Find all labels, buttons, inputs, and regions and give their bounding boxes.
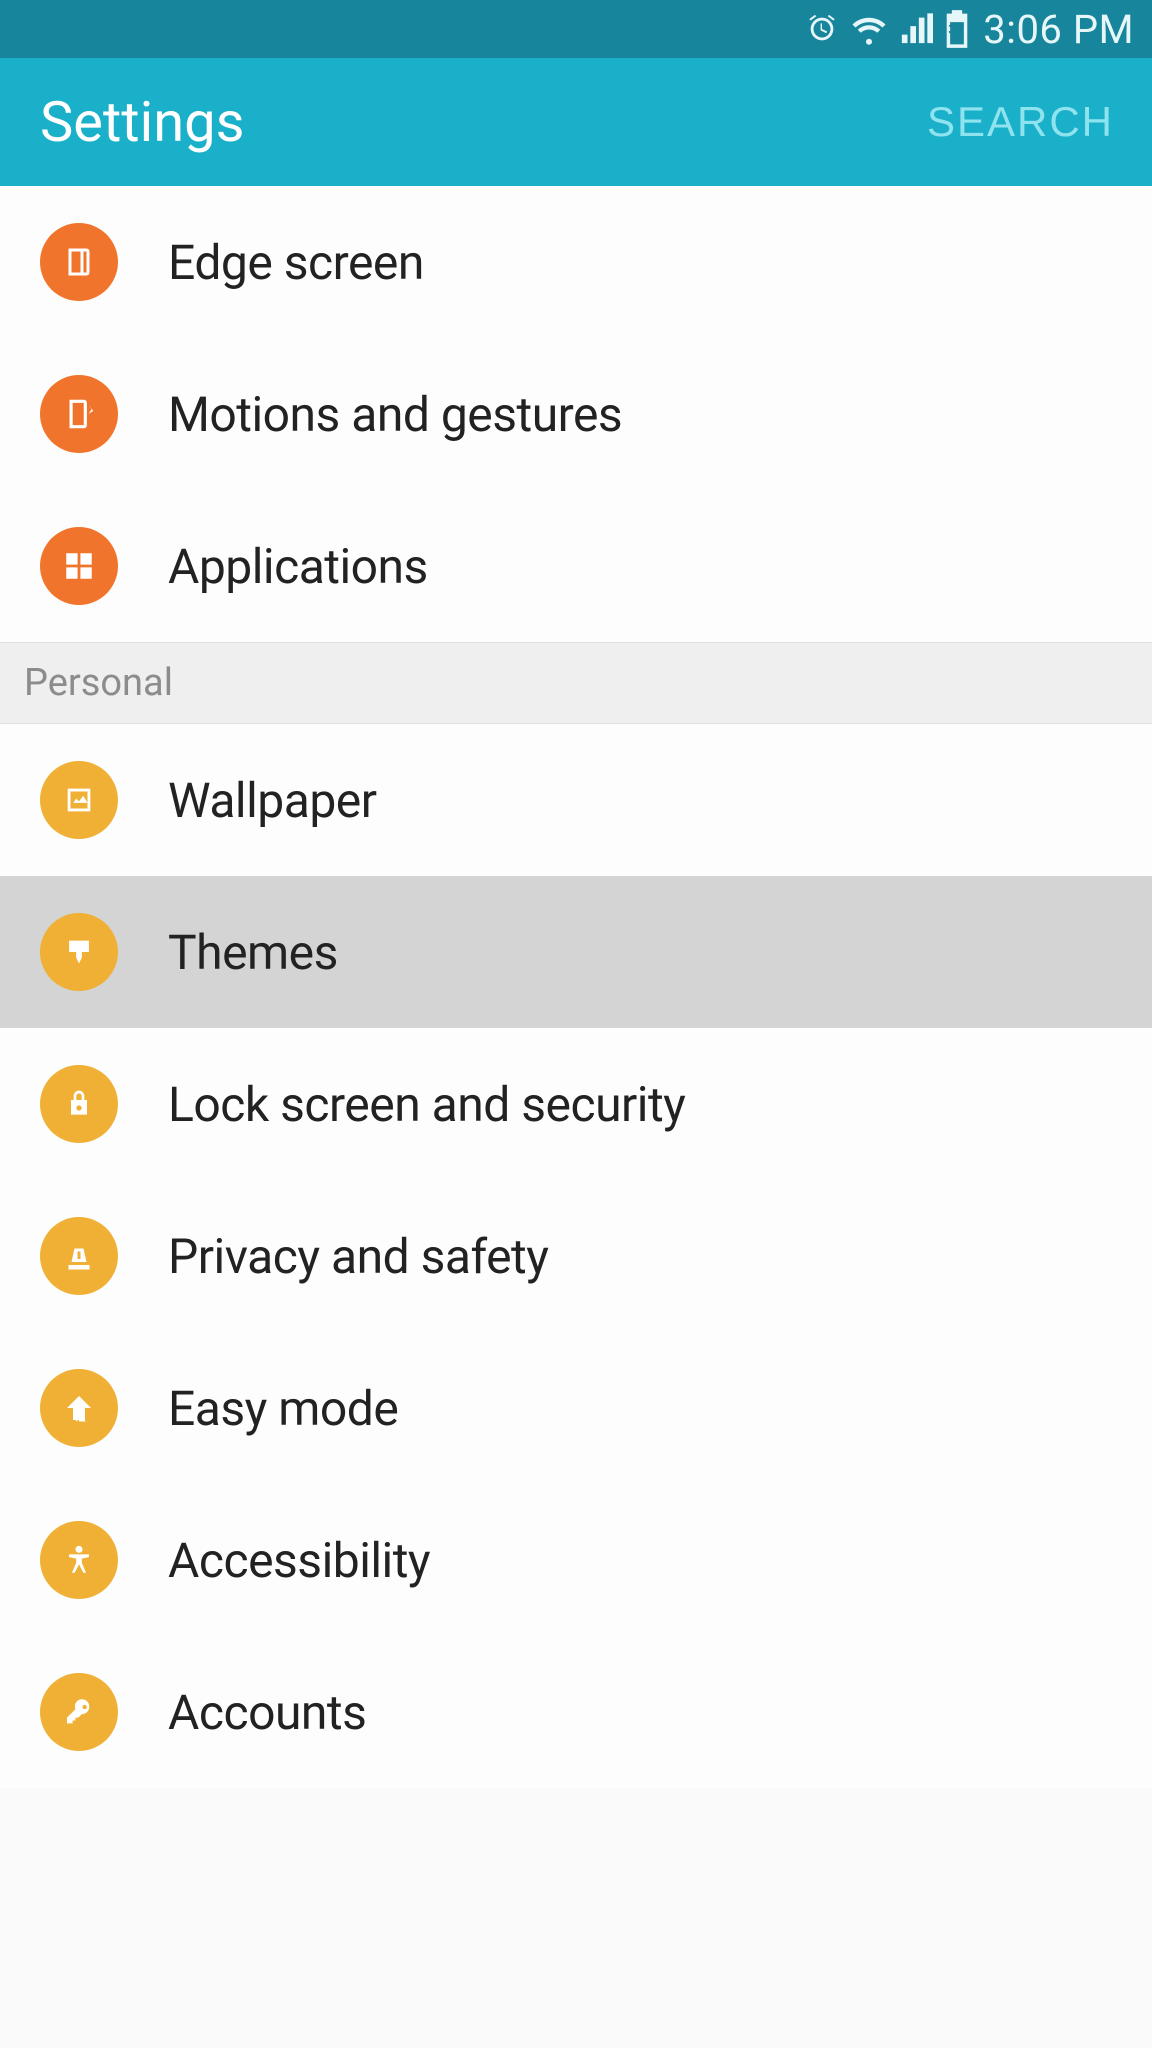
settings-item-applications[interactable]: Applications <box>0 490 1152 642</box>
settings-list: Edge screen Motions and gestures Applica… <box>0 186 1152 1788</box>
settings-item-label: Themes <box>168 924 338 981</box>
settings-item-label: Easy mode <box>168 1380 398 1437</box>
settings-item-label: Privacy and safety <box>168 1228 548 1285</box>
settings-item-edge-screen[interactable]: Edge screen <box>0 186 1152 338</box>
accounts-icon <box>40 1673 118 1751</box>
section-header-personal: Personal <box>0 642 1152 724</box>
settings-item-accounts[interactable]: Accounts <box>0 1636 1152 1788</box>
search-button[interactable]: SEARCH <box>927 98 1114 146</box>
edge-screen-icon <box>40 223 118 301</box>
page-title: Settings <box>40 89 244 155</box>
settings-item-label: Accessibility <box>168 1532 430 1589</box>
accessibility-icon <box>40 1521 118 1599</box>
settings-item-label: Accounts <box>168 1684 366 1741</box>
battery-level: 37 <box>948 22 964 38</box>
signal-icon <box>899 12 933 46</box>
settings-item-wallpaper[interactable]: Wallpaper <box>0 724 1152 876</box>
settings-item-label: Edge screen <box>168 234 424 291</box>
settings-item-privacy-safety[interactable]: Privacy and safety <box>0 1180 1152 1332</box>
settings-item-accessibility[interactable]: Accessibility <box>0 1484 1152 1636</box>
wifi-icon <box>851 11 887 47</box>
lock-icon <box>40 1065 118 1143</box>
settings-item-themes[interactable]: Themes <box>0 876 1152 1028</box>
app-bar: Settings SEARCH <box>0 58 1152 186</box>
settings-item-label: Motions and gestures <box>168 386 622 443</box>
alarm-icon <box>805 12 839 46</box>
status-icons: 37 <box>805 10 969 48</box>
privacy-icon <box>40 1217 118 1295</box>
themes-icon <box>40 913 118 991</box>
settings-item-lock-screen-security[interactable]: Lock screen and security <box>0 1028 1152 1180</box>
status-bar: 37 3:06 PM <box>0 0 1152 58</box>
battery-icon: 37 <box>945 10 969 48</box>
motions-gestures-icon <box>40 375 118 453</box>
easy-mode-icon <box>40 1369 118 1447</box>
settings-item-label: Applications <box>168 538 428 595</box>
status-clock: 3:06 PM <box>983 6 1134 53</box>
applications-icon <box>40 527 118 605</box>
settings-item-easy-mode[interactable]: Easy mode <box>0 1332 1152 1484</box>
wallpaper-icon <box>40 761 118 839</box>
settings-item-label: Wallpaper <box>168 772 377 829</box>
settings-item-label: Lock screen and security <box>168 1076 685 1133</box>
settings-item-motions-gestures[interactable]: Motions and gestures <box>0 338 1152 490</box>
